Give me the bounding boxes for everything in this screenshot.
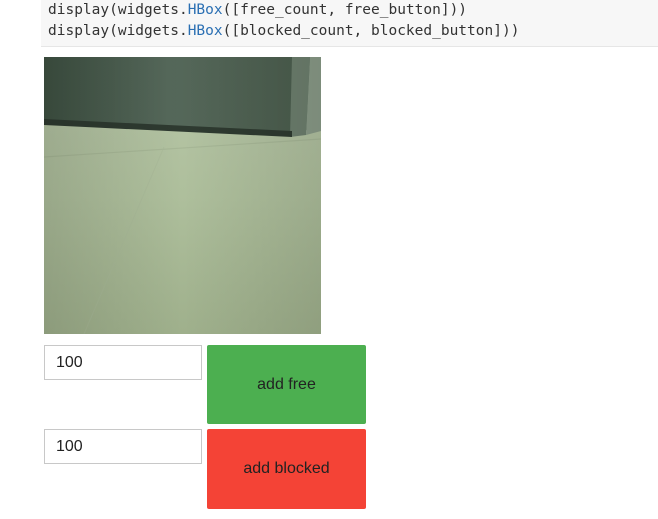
code-token: ([blocked_count, blocked_button])) bbox=[222, 23, 520, 39]
code-token-attribute: HBox bbox=[187, 23, 223, 39]
code-cell[interactable]: display(widgets.HBox([free_count, free_b… bbox=[41, 0, 658, 47]
camera-image-graphic bbox=[44, 57, 321, 334]
code-line-2: display(widgets.HBox([blocked_count, blo… bbox=[48, 21, 519, 41]
add-blocked-button[interactable]: add blocked bbox=[207, 429, 366, 509]
code-token: display(widgets. bbox=[48, 23, 188, 39]
camera-image bbox=[44, 57, 321, 334]
code-token: ([free_count, free_button])) bbox=[222, 2, 468, 18]
free-count-input[interactable] bbox=[44, 345, 202, 380]
blocked-count-input[interactable] bbox=[44, 429, 202, 464]
code-line-1: display(widgets.HBox([free_count, free_b… bbox=[48, 0, 467, 20]
add-free-button[interactable]: add free bbox=[207, 345, 366, 424]
code-token-attribute: HBox bbox=[187, 2, 223, 18]
code-token: display(widgets. bbox=[48, 2, 188, 18]
